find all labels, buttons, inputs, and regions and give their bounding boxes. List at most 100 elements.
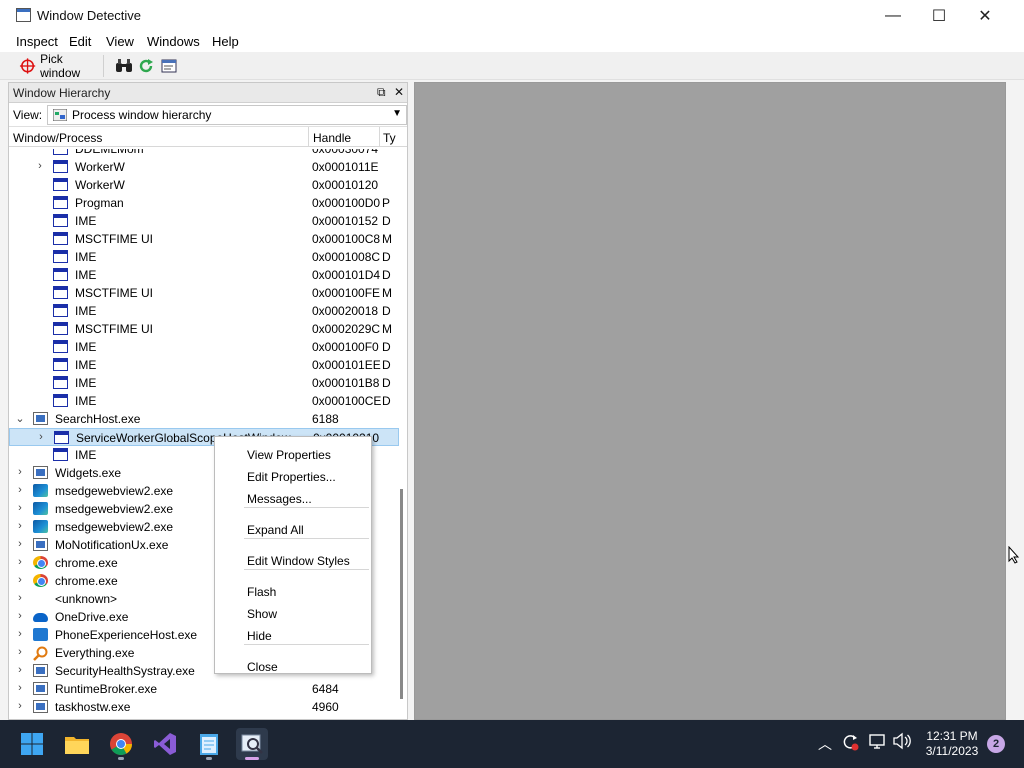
process-icon <box>33 466 48 479</box>
tree-row-name: taskhostw.exe <box>55 700 131 714</box>
menu-windows[interactable]: Windows <box>147 34 200 49</box>
menu-item-flash[interactable]: Flash <box>247 585 276 599</box>
menu-item-hide[interactable]: Hide <box>247 629 272 643</box>
tree-row-window[interactable]: IME 0x000100F0 D <box>9 338 399 356</box>
tree-row-process[interactable]: › RuntimeBroker.exe 6484 <box>9 680 399 698</box>
window-icon <box>53 358 68 371</box>
menu-item-close[interactable]: Close <box>247 660 278 674</box>
expand-chevron-icon[interactable]: › <box>15 466 25 478</box>
expand-chevron-icon[interactable]: › <box>15 646 25 658</box>
col-handle[interactable]: Handle <box>313 131 351 145</box>
tree-row-window[interactable]: IME 0x00020018 D <box>9 302 399 320</box>
refresh-icon[interactable] <box>136 56 156 76</box>
tree-row-window[interactable]: › WorkerW 0x0001011E <box>9 158 399 176</box>
expand-chevron-icon[interactable]: › <box>15 592 25 604</box>
tree-row-window[interactable]: IME 0x00010152 D <box>9 212 399 230</box>
expand-chevron-icon[interactable]: › <box>15 610 25 622</box>
float-panel-icon[interactable]: ⧉ <box>377 85 386 100</box>
menu-item-messages[interactable]: Messages... <box>247 492 312 506</box>
tree-row-window[interactable]: WorkerW 0x00010120 <box>9 176 399 194</box>
expand-chevron-icon[interactable]: › <box>15 682 25 694</box>
properties-editor-icon[interactable] <box>159 56 179 76</box>
pick-window-button[interactable]: Pick window <box>16 52 104 80</box>
active-indicator <box>245 757 259 760</box>
tree-row-window[interactable]: IME 0x000101B8 D <box>9 374 399 392</box>
window-icon <box>53 322 68 335</box>
clock-time: 12:31 PM <box>926 729 978 743</box>
col-window-process[interactable]: Window/Process <box>13 131 102 145</box>
menu-edit[interactable]: Edit <box>69 34 91 49</box>
hierarchy-view-icon <box>53 109 67 121</box>
chrome-icon[interactable] <box>105 728 137 760</box>
menu-help[interactable]: Help <box>212 34 239 49</box>
visual-studio-icon[interactable] <box>149 728 181 760</box>
maximize-button[interactable]: ☐ <box>916 0 962 32</box>
expand-chevron-icon[interactable]: › <box>15 538 25 550</box>
start-icon[interactable] <box>16 728 48 760</box>
tree-row-handle: 0x00010120 <box>312 178 379 192</box>
expand-chevron-icon[interactable]: › <box>15 484 25 496</box>
col-type[interactable]: Ty <box>383 131 397 145</box>
window-title: Window Detective <box>37 8 142 23</box>
tree-row-window[interactable]: IME 0x000100CE D <box>9 392 399 410</box>
expand-chevron-icon[interactable]: › <box>15 574 25 586</box>
tree-scrollbar[interactable] <box>397 149 407 719</box>
phone-icon <box>33 628 48 641</box>
menu-item-expand-all[interactable]: Expand All <box>247 523 304 537</box>
menu-item-edit-properties[interactable]: Edit Properties... <box>247 470 336 484</box>
tree-row-type: P <box>382 196 391 210</box>
menu-inspect[interactable]: Inspect <box>16 34 58 49</box>
expand-chevron-icon[interactable]: › <box>15 664 25 676</box>
volume-icon[interactable] <box>892 732 912 753</box>
tree-row-window[interactable]: MSCTFIME UI 0x000100C8 M <box>9 230 399 248</box>
cloud-icon <box>33 613 48 622</box>
context-menu: View Properties Edit Properties... Message… <box>214 436 372 674</box>
tree-row-window[interactable]: MSCTFIME UI 0x0002029C M <box>9 320 399 338</box>
menu-item-view-properties[interactable]: View Properties <box>247 448 331 462</box>
collapse-chevron-icon[interactable]: ⌄ <box>15 412 25 425</box>
menu-separator <box>244 538 369 539</box>
file-explorer-icon[interactable] <box>61 728 93 760</box>
expand-chevron-icon[interactable]: › <box>15 520 25 532</box>
clock[interactable]: 12:31 PM 3/11/2023 <box>918 729 986 759</box>
process-icon <box>33 538 48 551</box>
tree-row-name: MSCTFIME UI <box>75 232 153 246</box>
tree-row-window[interactable]: IME 0x000101D4 D <box>9 266 399 284</box>
tree-row-window[interactable]: MSCTFIME UI 0x000100FE M <box>9 284 399 302</box>
expand-chevron-icon[interactable]: › <box>15 628 25 640</box>
close-panel-icon[interactable]: ✕ <box>394 85 404 99</box>
expand-chevron-icon[interactable]: › <box>15 556 25 568</box>
chrome-icon <box>33 556 48 569</box>
tree-row-name: msedgewebview2.exe <box>55 484 174 498</box>
menu-view[interactable]: View <box>106 34 134 49</box>
notification-badge[interactable]: 2 <box>987 735 1005 753</box>
minimize-button[interactable]: — <box>870 0 916 32</box>
tree-row-type: M <box>382 232 392 246</box>
tray-overflow-chevron-icon[interactable]: ︿ <box>818 734 832 754</box>
tree-row-window[interactable]: DDEMLMom 0x00030074 <box>9 149 399 158</box>
expand-chevron-icon[interactable]: › <box>15 700 25 712</box>
expand-chevron-icon[interactable]: › <box>36 431 46 443</box>
tree-row-process[interactable]: › taskhostw.exe 4960 <box>9 698 399 716</box>
close-button[interactable]: ✕ <box>962 0 1008 32</box>
expand-chevron-icon[interactable]: › <box>15 502 25 514</box>
window-detective-icon[interactable] <box>236 728 268 760</box>
process-icon <box>33 412 48 425</box>
expand-chevron-icon[interactable]: › <box>35 160 45 172</box>
tree-row-process[interactable]: ⌄ SearchHost.exe 6188 <box>9 410 399 428</box>
search-icon <box>33 646 48 661</box>
menu-item-edit-window-styles[interactable]: Edit Window Styles <box>247 554 350 568</box>
tree-row-handle: 0x000100D0 <box>312 196 381 210</box>
sync-status-icon[interactable] <box>840 732 860 755</box>
tree-row-window[interactable]: IME 0x0001008C D <box>9 248 399 266</box>
network-icon[interactable] <box>869 732 887 753</box>
chevron-down-icon: ▼ <box>392 108 402 119</box>
tree-row-window[interactable]: Progman 0x000100D0 P <box>9 194 399 212</box>
scrollbar-thumb[interactable] <box>400 489 403 699</box>
view-dropdown[interactable]: Process window hierarchy ▼ <box>47 105 407 125</box>
tree-row-handle: 0x000101D4 <box>312 268 381 282</box>
tree-row-window[interactable]: IME 0x000101EE D <box>9 356 399 374</box>
menu-item-show[interactable]: Show <box>247 607 277 621</box>
find-binoculars-icon[interactable] <box>114 56 134 76</box>
notepad-icon[interactable] <box>193 728 225 760</box>
